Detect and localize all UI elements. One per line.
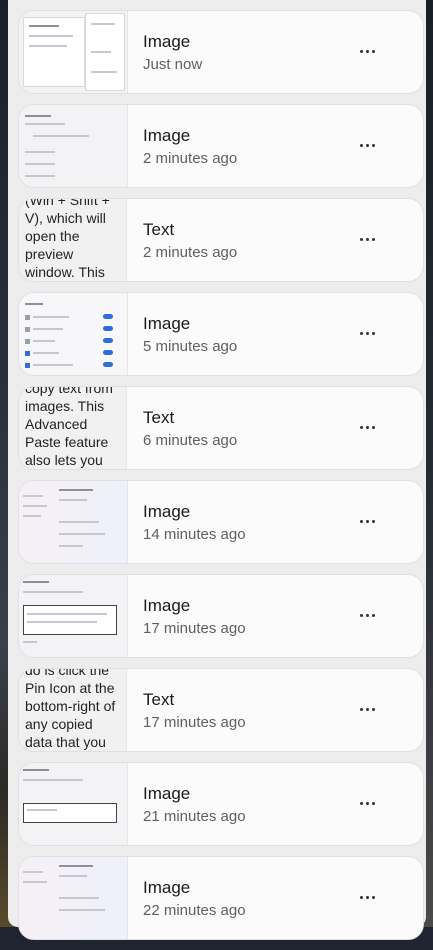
item-type-label: Image [143, 878, 191, 897]
clipboard-image-thumbnail [19, 293, 128, 375]
item-timestamp: 2 minutes ago [143, 244, 238, 261]
item-timestamp: Just now [143, 56, 203, 73]
clipboard-item[interactable]: (Win + Shift + V), which will open the p… [18, 198, 424, 282]
more-options-icon[interactable] [355, 133, 379, 157]
item-timestamp: 6 minutes ago [143, 432, 238, 449]
item-type-label: Image [143, 596, 191, 615]
clipboard-image-thumbnail [19, 105, 128, 187]
clipboard-history-list: Image Just now Image 2 minutes ago (Win … [18, 10, 424, 950]
more-options-icon[interactable] [355, 697, 379, 721]
item-type-label: Image [143, 502, 191, 521]
clipboard-history-panel: Image Just now Image 2 minutes ago (Win … [8, 0, 426, 940]
clipboard-image-thumbnail [19, 11, 128, 93]
clipboard-item[interactable]: do is click the Pin Icon at the bottom-r… [18, 668, 424, 752]
clipboard-item[interactable]: Image 17 minutes ago [18, 574, 424, 658]
item-timestamp: 22 minutes ago [143, 902, 246, 919]
clipboard-text-preview: (Win + Shift + V), which will open the p… [19, 199, 127, 281]
more-options-icon[interactable] [355, 603, 379, 627]
item-timestamp: 17 minutes ago [143, 620, 246, 637]
item-type-label: Text [143, 220, 175, 239]
item-type-label: Text [143, 690, 175, 709]
item-timestamp: 17 minutes ago [143, 714, 246, 731]
item-timestamp: 14 minutes ago [143, 526, 246, 543]
more-options-icon[interactable] [355, 509, 379, 533]
clipboard-item[interactable]: Image Just now [18, 10, 424, 94]
more-options-icon[interactable] [355, 791, 379, 815]
clipboard-image-thumbnail [19, 763, 128, 845]
item-type-label: Image [143, 314, 191, 333]
clipboard-text-preview: copy text from images. This Advanced Pas… [19, 387, 127, 469]
more-options-icon[interactable] [355, 321, 379, 345]
clipboard-item[interactable]: Image 5 minutes ago [18, 292, 424, 376]
item-timestamp: 21 minutes ago [143, 808, 246, 825]
clipboard-image-thumbnail [19, 481, 128, 563]
clipboard-item[interactable]: Image 2 minutes ago [18, 104, 424, 188]
text-preview-content: copy text from images. This Advanced Pas… [25, 387, 113, 468]
more-options-icon[interactable] [355, 227, 379, 251]
item-type-label: Image [143, 784, 191, 803]
item-type-label: Image [143, 126, 191, 145]
item-type-label: Text [143, 408, 175, 427]
clipboard-item[interactable]: Image 21 minutes ago [18, 762, 424, 846]
clipboard-item[interactable]: copy text from images. This Advanced Pas… [18, 386, 424, 470]
item-type-label: Image [143, 32, 191, 51]
more-options-icon[interactable] [355, 415, 379, 439]
clipboard-item[interactable]: Image 14 minutes ago [18, 480, 424, 564]
item-timestamp: 2 minutes ago [143, 150, 238, 167]
text-preview-content: do is click the Pin Icon at the bottom-r… [25, 669, 116, 750]
more-options-icon[interactable] [355, 39, 379, 63]
text-preview-content: (Win + Shift + V), which will open the p… [25, 199, 110, 280]
item-timestamp: 5 minutes ago [143, 338, 238, 355]
clipboard-image-thumbnail [19, 575, 128, 657]
more-options-icon[interactable] [355, 885, 379, 909]
clipboard-text-preview: do is click the Pin Icon at the bottom-r… [19, 669, 127, 751]
clipboard-item[interactable]: Image 22 minutes ago [18, 856, 424, 940]
